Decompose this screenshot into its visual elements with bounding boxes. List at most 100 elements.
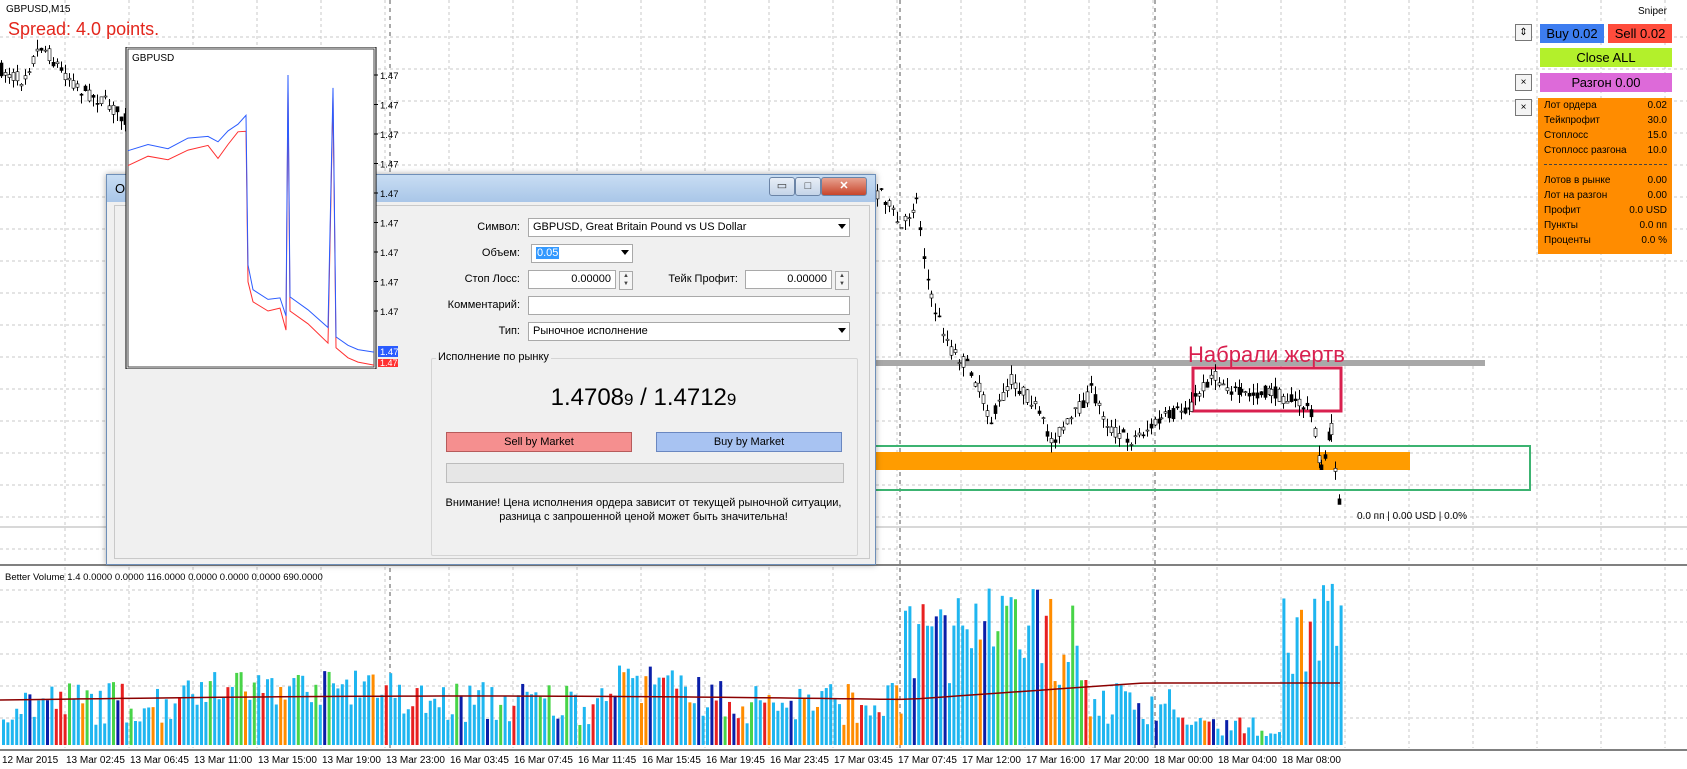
volume-bar [389, 673, 393, 745]
candle-body [945, 338, 950, 341]
candle-body [1041, 417, 1046, 419]
volume-bar [428, 700, 432, 745]
info-label: Проценты [1544, 235, 1591, 246]
candle-body [1057, 427, 1062, 437]
info-row-profit: Профит 0.0 USD [1544, 205, 1667, 220]
arrows-icon[interactable]: ⇕ [1515, 24, 1532, 41]
volume-bar [1269, 733, 1273, 745]
volume-bar [591, 704, 595, 745]
time-axis-label: 17 Mar 12:00 [962, 755, 1021, 766]
volume-bar [424, 712, 428, 745]
volume-bar [24, 692, 27, 745]
volume-select[interactable]: 0.05 [531, 244, 633, 263]
candle-body [926, 278, 931, 281]
volume-bar [248, 699, 252, 745]
buy-by-market-button[interactable]: Buy by Market [656, 432, 842, 452]
close-icon[interactable]: ✕ [821, 177, 867, 196]
symbol-select[interactable]: GBPUSD, Great Britain Pound vs US Dollar [528, 218, 850, 237]
volume-bar [367, 675, 371, 745]
volume-bar [1264, 735, 1268, 745]
comment-input[interactable] [528, 296, 850, 315]
sell-by-market-button[interactable]: Sell by Market [446, 432, 632, 452]
volume-bar [618, 665, 621, 745]
volume-bar [182, 685, 186, 745]
support-zone [870, 452, 1410, 470]
volume-label: Объем: [481, 247, 520, 259]
maximize-icon[interactable]: □ [795, 177, 821, 196]
volume-bar [76, 684, 80, 745]
chevron-down-icon [838, 224, 846, 229]
ask-price-label: 1.47129 [380, 347, 398, 358]
info-value: 15.0 [1647, 130, 1667, 141]
info-row-points: Пункты 0.0 пп [1544, 220, 1667, 235]
close-all-button[interactable]: Close ALL [1540, 48, 1672, 67]
volume-bar [1207, 721, 1211, 745]
volume-bar [208, 681, 212, 745]
candle-body [1255, 392, 1260, 399]
volume-bar [46, 700, 49, 745]
volume-bar [261, 692, 265, 745]
volume-bar [169, 718, 173, 745]
razgon-button[interactable]: Разгон 0.00 [1540, 73, 1672, 92]
volume-bar [644, 676, 648, 745]
candle-body [961, 356, 966, 368]
volume-bar [362, 681, 366, 745]
time-axis-label: 16 Mar 11:45 [578, 755, 637, 766]
volume-bar [846, 684, 850, 745]
volume-bar [560, 715, 564, 745]
buy-button[interactable]: Buy 0.02 [1540, 24, 1604, 43]
candle-body [1025, 389, 1030, 403]
volume-bar [50, 686, 54, 745]
type-select[interactable]: Рыночное исполнение [528, 322, 850, 341]
volume-bar [798, 688, 802, 745]
spread-label: Spread: 4.0 points. [8, 19, 160, 39]
candle-body [887, 200, 892, 207]
info-label: Лот на разгон [1544, 190, 1608, 201]
volume-bar [468, 685, 472, 745]
candle-body [1053, 439, 1058, 443]
candle-body [1333, 468, 1338, 472]
volume-bar [1040, 663, 1044, 745]
volume-bar [552, 715, 555, 745]
volume-bar [1102, 690, 1105, 745]
volume-bar [679, 675, 683, 745]
sell-button[interactable]: Sell 0.02 [1608, 24, 1672, 43]
minimize-icon[interactable]: ▭ [769, 177, 795, 196]
volume-bar [895, 685, 899, 745]
volume-bar [28, 694, 32, 745]
volume-bar [596, 698, 599, 745]
info-row-stoploss: Стоплосс 15.0 [1544, 130, 1667, 145]
candle-body [969, 372, 974, 376]
volume-bar [829, 684, 833, 745]
volume-bar [666, 675, 670, 745]
candle-body [989, 422, 994, 425]
comment-label: Комментарий: [447, 299, 520, 311]
volume-bar [574, 694, 577, 745]
profit-readout: 0.0 пп | 0.00 USD | 0.0% [1357, 511, 1467, 522]
candle-body [1097, 402, 1102, 406]
close-icon[interactable]: × [1515, 74, 1532, 91]
takeprofit-input[interactable]: 0.00000 ▲ ▼ [745, 270, 849, 290]
time-axis-label: 13 Mar 11:00 [194, 755, 253, 766]
warning-line-1: Внимание! Цена исполнения ордера зависит… [445, 497, 842, 509]
volume-bar [851, 692, 855, 745]
volume-bar [235, 672, 239, 745]
candle-body [1193, 393, 1198, 397]
volume-bar [402, 713, 406, 745]
volume-bar [1317, 660, 1321, 745]
candle-body [1197, 393, 1202, 397]
volume-bar [701, 715, 705, 745]
info-row-razgon-stoploss: Стоплосс разгона 10.0 [1544, 145, 1667, 160]
stoploss-input[interactable]: 0.00000 ▲ ▼ [528, 270, 633, 290]
volume-bar [860, 705, 863, 745]
candle-body [985, 410, 990, 417]
bid-price-label: 1.47089 [380, 358, 398, 368]
volume-bar [934, 616, 938, 745]
close-icon[interactable]: × [1515, 99, 1532, 116]
candle-body [895, 221, 900, 224]
volume-bar [508, 721, 511, 745]
candle-body [1089, 383, 1094, 386]
candle-body [1225, 387, 1230, 392]
volume-bar [1273, 733, 1277, 745]
takeprofit-spinner[interactable]: ▲ ▼ [835, 271, 849, 290]
